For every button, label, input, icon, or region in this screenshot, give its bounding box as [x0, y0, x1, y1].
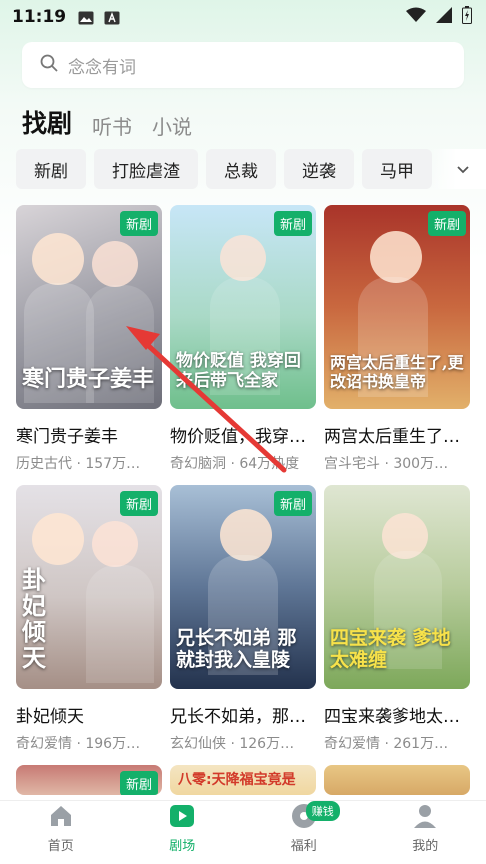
chip-new-drama[interactable]: 新剧 — [16, 149, 86, 189]
tab-find-drama[interactable]: 找剧 — [22, 104, 72, 140]
poster-title: 寒门贵子姜丰 — [22, 366, 155, 392]
drama-meta: 宫斗宅斗 · 300万… — [324, 456, 449, 472]
gallery-icon — [78, 10, 94, 25]
search-icon — [40, 54, 58, 76]
drama-poster: 新剧 卦妃倾天 — [16, 485, 162, 689]
poster-title: 两宫太后重生了,更改诏书换皇帝 — [330, 353, 464, 391]
chip-hidden-identity[interactable]: 马甲 — [362, 149, 432, 189]
drama-poster: 新剧 兄长不如弟 那就封我入皇陵 — [170, 485, 316, 689]
poster-title: 八零:天降福宝竟是 — [178, 772, 296, 788]
chip-comeback[interactable]: 逆袭 — [284, 149, 354, 189]
drama-meta: 奇幻脑洞 · 64万热度 — [170, 456, 300, 472]
poster-figure — [370, 231, 422, 283]
drama-meta: 奇幻爱情 · 261万… — [324, 736, 449, 752]
drama-meta: 历史古代 · 157万… — [16, 456, 141, 472]
drama-poster — [324, 765, 470, 795]
poster-title: 四宝来袭 爹地太难缠 — [330, 627, 451, 671]
drama-grid: 新剧 寒门贵子姜丰 寒门贵子姜丰 历史古代 · 157万… 新剧 物价贬值 我穿… — [16, 205, 470, 795]
drama-title: 兄长不如弟，那… — [170, 707, 306, 727]
poster-title: 兄长不如弟 那就封我入皇陵 — [176, 627, 297, 671]
home-icon — [48, 803, 74, 829]
poster-figure — [220, 235, 266, 281]
new-badge: 新剧 — [273, 211, 312, 236]
poster-figure — [32, 513, 84, 565]
poster-title: 卦妃倾天 — [22, 565, 46, 672]
new-badge: 新剧 — [273, 491, 312, 516]
drama-card[interactable]: 新剧 卦妃倾天 卦妃倾天 奇幻爱情 · 196万… — [16, 485, 162, 753]
chip-face-slap[interactable]: 打脸虐渣 — [94, 149, 198, 189]
bottom-nav: 首页 剧场 赚钱 福利 我的 — [0, 800, 486, 864]
nav-theater[interactable]: 剧场 — [122, 801, 244, 864]
status-time: 11:19 — [12, 7, 67, 27]
drama-card[interactable]: 新剧 两宫太后重生了,更改诏书换皇帝 两宫太后重生了… 宫斗宅斗 · 300万… — [324, 205, 470, 473]
wifi-icon — [406, 7, 426, 27]
text-a-icon — [104, 10, 120, 25]
new-badge: 新剧 — [427, 211, 466, 236]
drama-poster: 新剧 — [16, 765, 162, 795]
drama-poster: 新剧 两宫太后重生了,更改诏书换皇帝 — [324, 205, 470, 409]
drama-meta: 奇幻爱情 · 196万… — [16, 736, 141, 752]
battery-icon — [462, 6, 472, 28]
drama-card[interactable]: 八零:天降福宝竟是 — [170, 765, 316, 795]
poster-figure — [92, 521, 138, 567]
drama-meta: 玄幻仙侠 · 126万… — [170, 736, 295, 752]
nav-label: 我的 — [412, 839, 439, 854]
drama-poster: 新剧 寒门贵子姜丰 — [16, 205, 162, 409]
main-tabs: 找剧 听书 小说 — [22, 104, 192, 140]
drama-poster: 八零:天降福宝竟是 — [170, 765, 316, 795]
expand-chips-button[interactable] — [432, 149, 486, 189]
poster-title: 物价贬值 我穿回来后带飞全家 — [176, 351, 301, 391]
category-chips: 新剧 打脸虐渣 总裁 逆袭 马甲 — [16, 149, 486, 189]
poster-figure — [92, 241, 138, 287]
chevron-down-icon — [456, 160, 470, 179]
search-bar[interactable]: 念念有词 — [22, 42, 464, 88]
drama-card[interactable]: 新剧 — [16, 765, 162, 795]
drama-card[interactable]: 新剧 寒门贵子姜丰 寒门贵子姜丰 历史古代 · 157万… — [16, 205, 162, 473]
drama-title: 卦妃倾天 — [16, 707, 84, 727]
tab-audiobook[interactable]: 听书 — [92, 111, 132, 140]
nav-label: 剧场 — [169, 839, 196, 854]
earn-money-badge: 赚钱 — [305, 801, 340, 821]
poster-figure — [32, 233, 84, 285]
poster-figure — [86, 565, 154, 683]
drama-title: 寒门贵子姜丰 — [16, 427, 118, 447]
profile-icon — [412, 803, 438, 829]
drama-poster: 四宝来袭 爹地太难缠 — [324, 485, 470, 689]
new-badge: 新剧 — [119, 491, 158, 516]
nav-label: 首页 — [47, 839, 74, 854]
drama-title: 四宝来袭爹地太… — [324, 707, 460, 727]
poster-figure — [220, 509, 272, 561]
drama-card[interactable]: 四宝来袭 爹地太难缠 四宝来袭爹地太… 奇幻爱情 · 261万… — [324, 485, 470, 753]
nav-welfare[interactable]: 赚钱 福利 — [243, 801, 365, 864]
theater-icon — [169, 803, 195, 829]
signal-icon — [436, 7, 452, 27]
nav-home[interactable]: 首页 — [0, 801, 122, 864]
drama-title: 两宫太后重生了… — [324, 427, 460, 447]
drama-poster: 新剧 物价贬值 我穿回来后带飞全家 — [170, 205, 316, 409]
new-badge: 新剧 — [119, 771, 158, 795]
search-placeholder: 念念有词 — [68, 57, 136, 78]
chip-ceo[interactable]: 总裁 — [206, 149, 276, 189]
status-bar: 11:19 — [0, 0, 486, 34]
tab-novel[interactable]: 小说 — [152, 111, 192, 140]
nav-label: 福利 — [290, 839, 317, 854]
drama-title: 物价贬值，我穿… — [170, 427, 306, 447]
drama-card[interactable]: 新剧 兄长不如弟 那就封我入皇陵 兄长不如弟，那… 玄幻仙侠 · 126万… — [170, 485, 316, 753]
new-badge: 新剧 — [119, 211, 158, 236]
status-indicators — [406, 6, 472, 28]
drama-card[interactable]: 新剧 物价贬值 我穿回来后带飞全家 物价贬值，我穿… 奇幻脑洞 · 64万热度 — [170, 205, 316, 473]
nav-profile[interactable]: 我的 — [365, 801, 486, 864]
drama-card[interactable] — [324, 765, 470, 795]
